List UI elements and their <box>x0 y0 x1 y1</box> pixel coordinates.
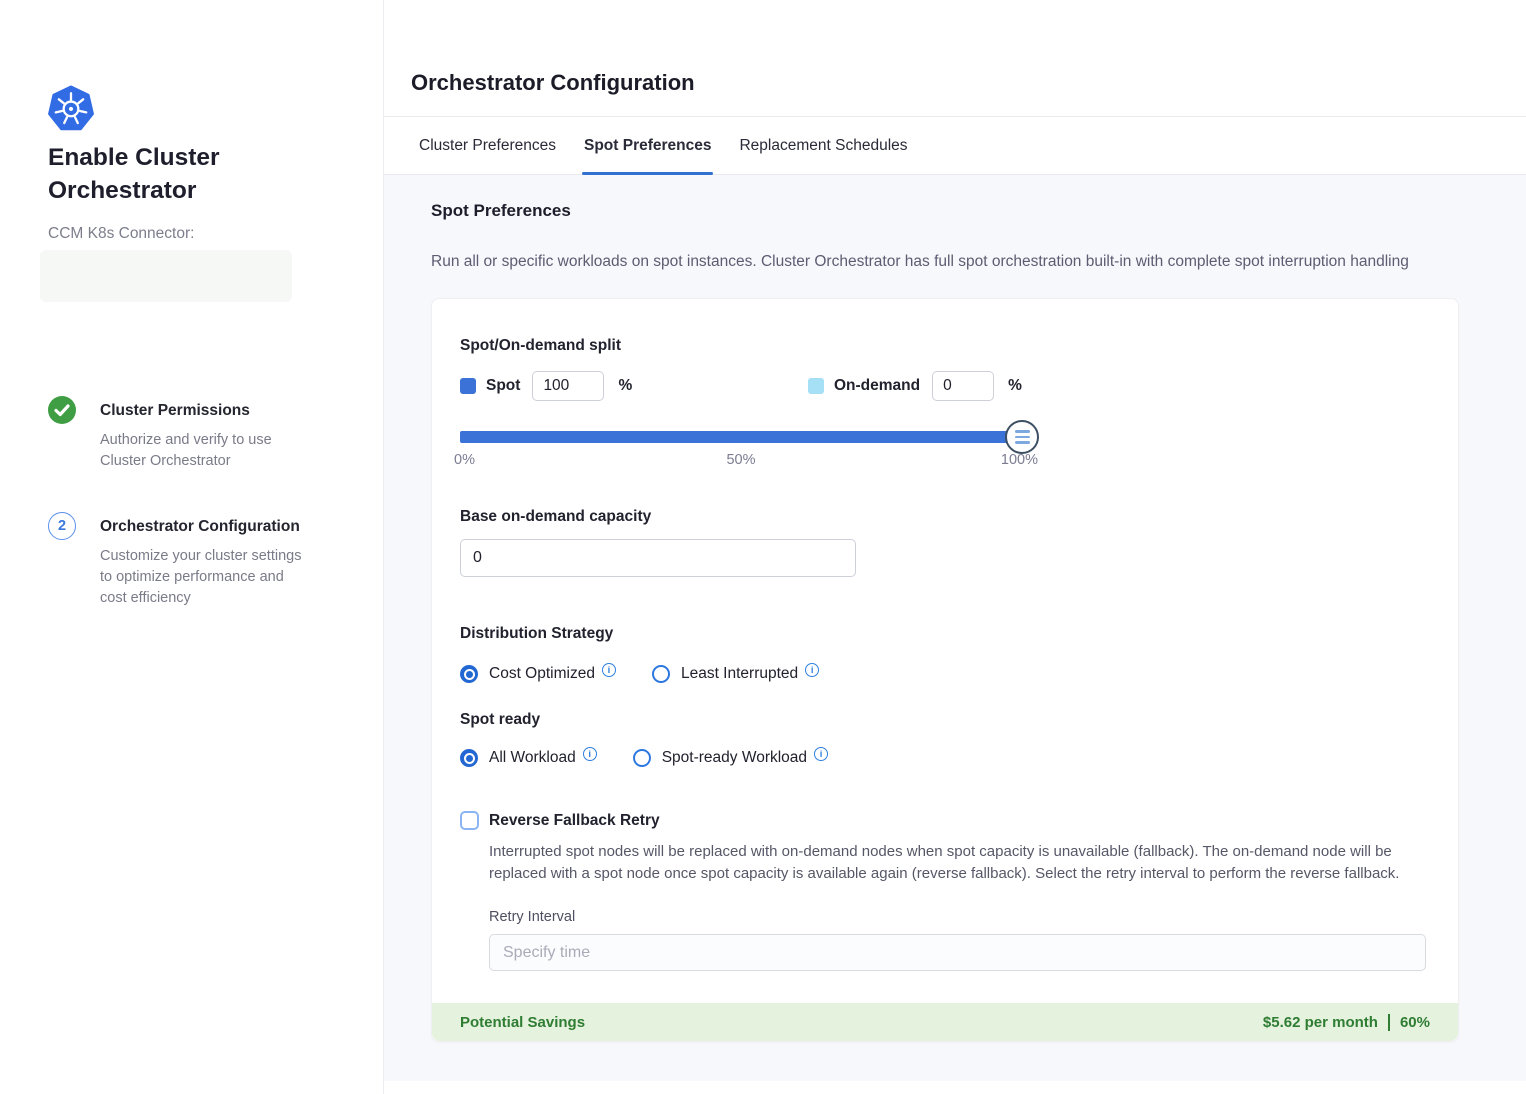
step-title: Orchestrator Configuration <box>100 514 305 536</box>
radio-spot-ready-workload[interactable]: Spot-ready Workload i <box>633 749 828 767</box>
radio-selected-icon <box>460 749 478 767</box>
connector-value-box <box>40 250 292 302</box>
sidebar: Enable Cluster Orchestrator CCM K8s Conn… <box>0 0 383 1094</box>
step-orchestrator-configuration[interactable]: 2 Orchestrator Configuration Customize y… <box>48 514 343 609</box>
potential-savings-bar: Potential Savings $5.62 per month 60% <box>432 1003 1458 1041</box>
kubernetes-icon <box>48 85 94 131</box>
connector-label: CCM K8s Connector: <box>48 225 343 243</box>
split-slider <box>460 431 1022 443</box>
reverse-fallback-checkbox[interactable] <box>460 811 479 830</box>
tick-0: 0% <box>454 452 475 468</box>
radio-cost-optimized[interactable]: Cost Optimized i <box>460 665 616 683</box>
main-panel: Orchestrator Configuration Cluster Prefe… <box>383 0 1526 1094</box>
step-title: Cluster Permissions <box>100 398 305 420</box>
radio-selected-icon <box>460 665 478 683</box>
reverse-fallback-label: Reverse Fallback Retry <box>489 812 660 830</box>
split-legend-row: Spot % On-demand % <box>460 371 1430 401</box>
step-cluster-permissions[interactable]: Cluster Permissions Authorize and verify… <box>48 398 343 472</box>
spot-percent-input[interactable] <box>532 371 604 401</box>
radio-all-workload[interactable]: All Workload i <box>460 749 597 767</box>
step-complete-check-icon <box>48 396 76 424</box>
tick-50: 50% <box>726 452 755 468</box>
distribution-strategy-options: Cost Optimized i Least Interrupted i <box>460 665 1430 683</box>
slider-track[interactable] <box>460 431 1022 443</box>
spot-color-swatch <box>460 378 476 394</box>
distribution-strategy-label: Distribution Strategy <box>460 625 1430 643</box>
ondemand-percent-sign: % <box>1008 377 1022 395</box>
info-icon[interactable]: i <box>814 747 828 761</box>
ondemand-label: On-demand <box>834 377 920 395</box>
tick-100: 100% <box>1001 452 1038 468</box>
page: Enable Cluster Orchestrator CCM K8s Conn… <box>0 0 1526 1094</box>
savings-percent: 60% <box>1400 1014 1430 1031</box>
tab-bar: Cluster Preferences Spot Preferences Rep… <box>384 117 1526 175</box>
savings-amount: $5.62 per month <box>1263 1014 1378 1031</box>
potential-savings-label: Potential Savings <box>460 1014 585 1031</box>
base-capacity-label: Base on-demand capacity <box>460 508 1430 526</box>
spot-label: Spot <box>486 377 520 395</box>
slider-ticks: 0% 50% 100% <box>460 452 1022 472</box>
section-heading: Spot Preferences <box>431 201 1526 221</box>
tab-cluster-preferences[interactable]: Cluster Preferences <box>419 117 556 174</box>
radio-unselected-icon <box>633 749 651 767</box>
ondemand-color-swatch <box>808 378 824 394</box>
page-title: Orchestrator Configuration <box>411 70 1526 96</box>
ondemand-percent-input[interactable] <box>932 371 994 401</box>
savings-separator <box>1388 1014 1390 1031</box>
spot-percent-sign: % <box>618 377 632 395</box>
slider-handle[interactable] <box>1005 420 1039 454</box>
retry-interval-label: Retry Interval <box>489 909 1430 925</box>
radio-unselected-icon <box>652 665 670 683</box>
step-description: Authorize and verify to use Cluster Orch… <box>100 430 305 472</box>
tab-content: Spot Preferences Run all or specific wor… <box>384 175 1526 1081</box>
spot-ready-label: Spot ready <box>460 711 1430 729</box>
tab-spot-preferences[interactable]: Spot Preferences <box>584 117 712 174</box>
info-icon[interactable]: i <box>583 747 597 761</box>
radio-least-interrupted[interactable]: Least Interrupted i <box>652 665 819 683</box>
info-icon[interactable]: i <box>805 663 819 677</box>
spot-ready-options: All Workload i Spot-ready Workload i <box>460 749 1430 767</box>
main-header: Orchestrator Configuration <box>384 0 1526 116</box>
step-description: Customize your cluster settings to optim… <box>100 546 305 609</box>
wizard-title: Enable Cluster Orchestrator <box>48 141 283 207</box>
info-icon[interactable]: i <box>602 663 616 677</box>
retry-interval-input[interactable] <box>489 934 1426 971</box>
tab-replacement-schedules[interactable]: Replacement Schedules <box>739 117 907 174</box>
section-description: Run all or specific workloads on spot in… <box>431 253 1526 271</box>
reverse-fallback-section: Reverse Fallback Retry Interrupted spot … <box>460 811 1430 971</box>
split-label: Spot/On-demand split <box>460 337 1430 355</box>
step-number-badge: 2 <box>48 512 76 540</box>
spot-preferences-card: Spot/On-demand split Spot % On-demand % <box>431 298 1459 1042</box>
reverse-fallback-description: Interrupted spot nodes will be replaced … <box>489 841 1417 884</box>
base-capacity-input[interactable] <box>460 539 856 577</box>
